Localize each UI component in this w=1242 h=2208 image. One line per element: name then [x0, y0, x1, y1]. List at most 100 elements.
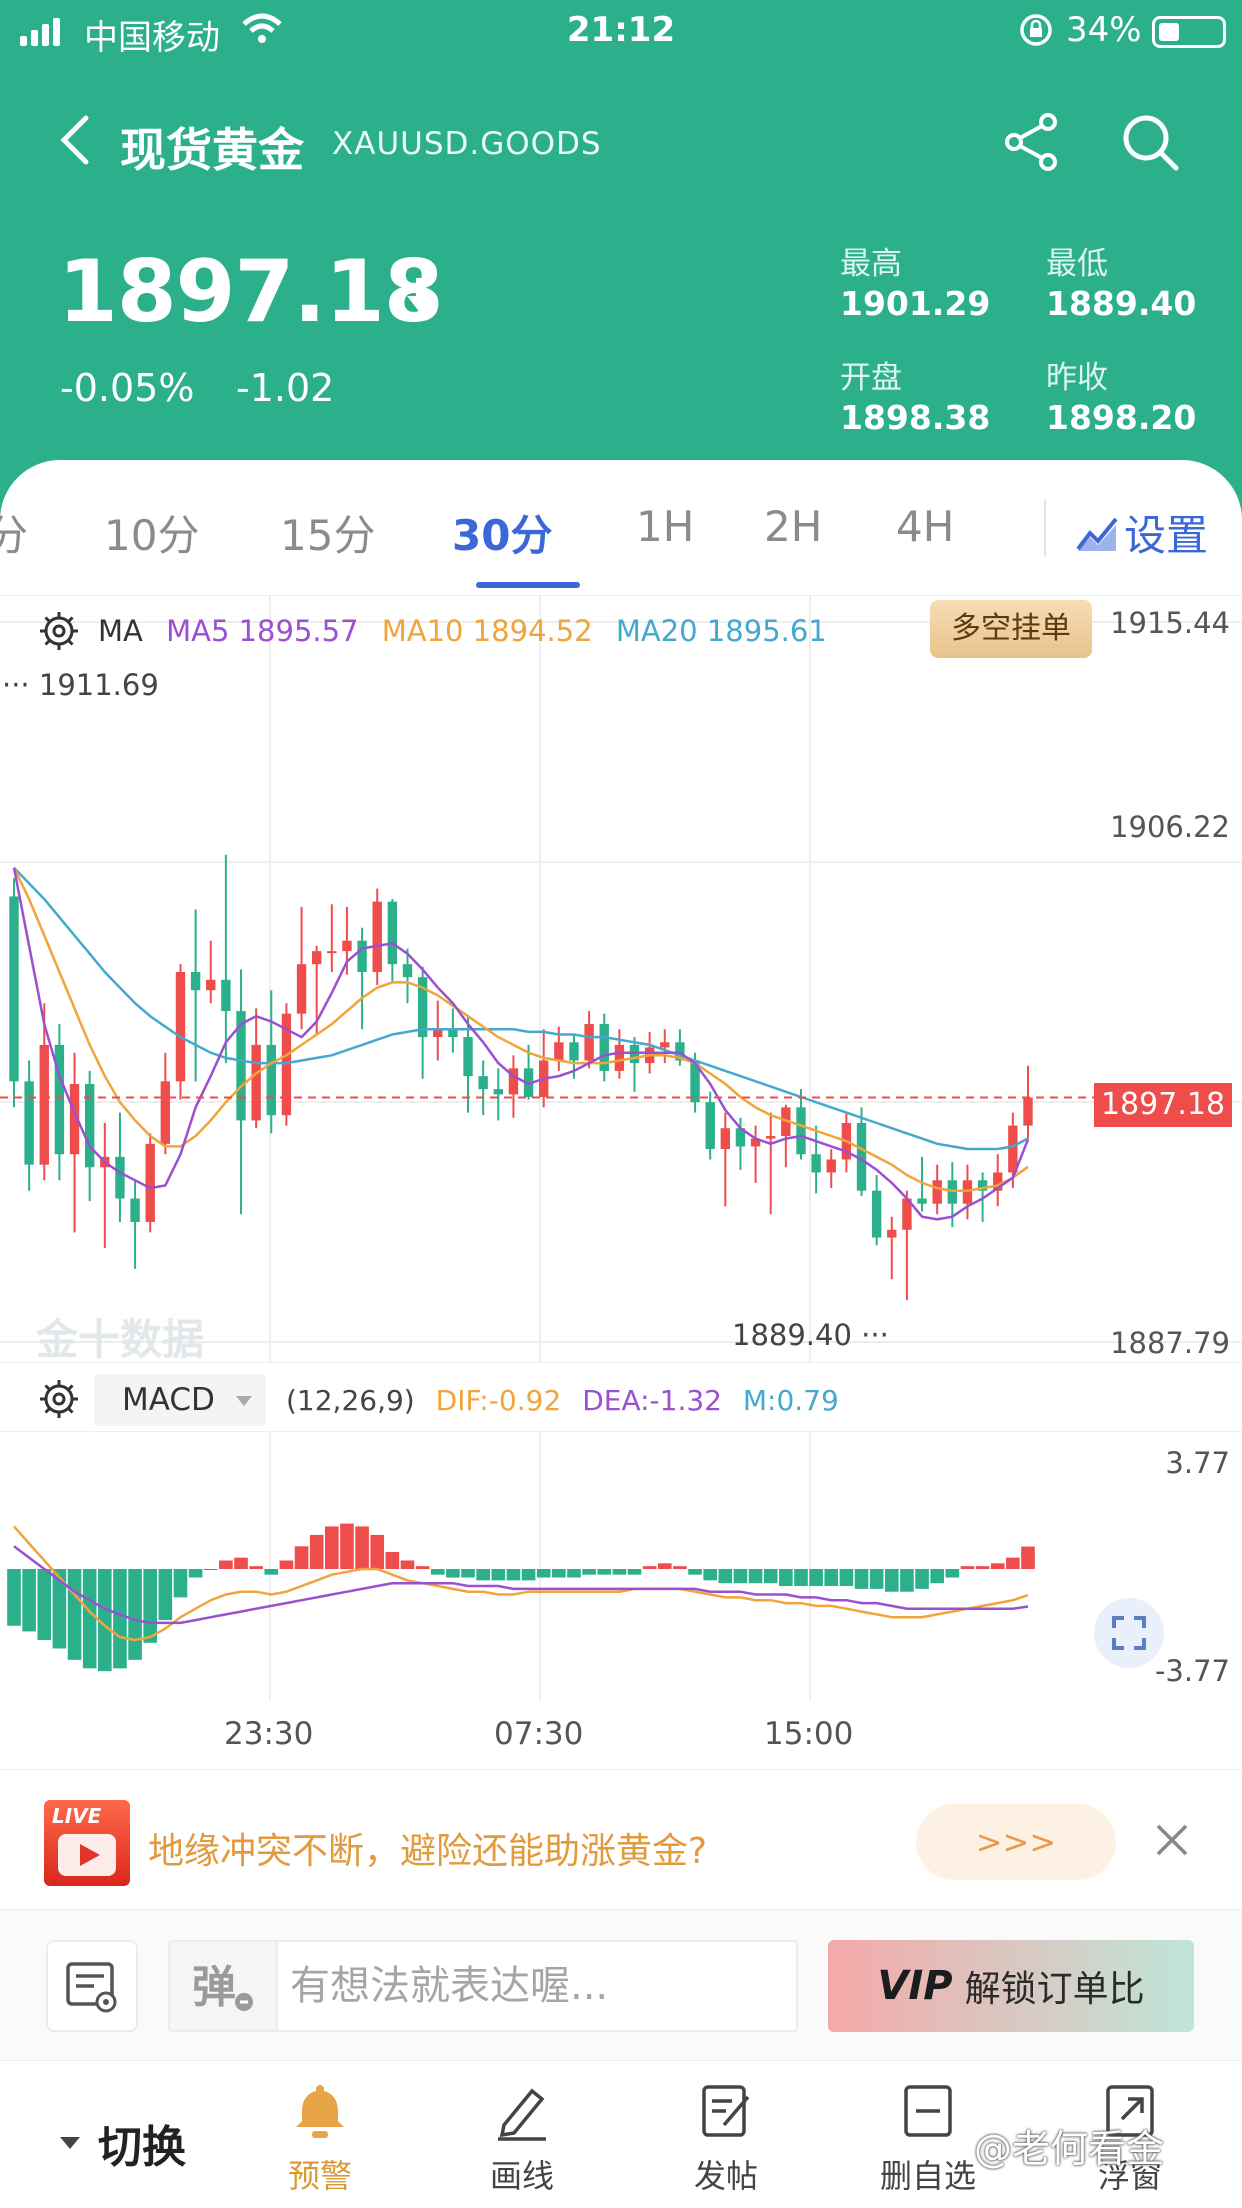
nav-label: 画线	[489, 2157, 554, 2195]
macd-bar	[521, 1569, 536, 1581]
macd-bar	[37, 1569, 52, 1640]
nav-draw-line[interactable]: 画线	[452, 2079, 592, 2197]
indicator-select[interactable]: MACD	[94, 1374, 266, 1426]
data-source-watermark: 金十数据	[36, 1315, 205, 1364]
macd-bar	[915, 1569, 929, 1589]
macd-bar	[234, 1557, 248, 1569]
macd-bar	[930, 1569, 945, 1584]
macd-bar	[809, 1569, 823, 1587]
y-axis-label: 1887.79	[1110, 1326, 1230, 1360]
banner-text[interactable]: 地缘冲突不断，避险还能助涨黄金?	[148, 1822, 707, 1874]
comment-input-box[interactable]: 弹	[168, 1940, 798, 2032]
nav-label: 发帖	[693, 2157, 758, 2195]
macd-bar	[748, 1569, 763, 1584]
post-icon	[702, 2085, 750, 2137]
candle-body	[887, 1229, 897, 1238]
macd-bar	[340, 1523, 354, 1569]
candle-body	[221, 979, 231, 1012]
close-icon[interactable]	[1152, 1820, 1192, 1860]
indicator-name: MACD	[122, 1382, 215, 1418]
macd-bar	[673, 1566, 687, 1569]
play-icon	[58, 1834, 116, 1876]
candle-body	[84, 1083, 95, 1168]
macd-bar	[491, 1569, 506, 1581]
bullish-bearish-icon[interactable]: 弹	[170, 1942, 278, 2030]
x-axis-label: 15:00	[764, 1716, 854, 1752]
macd-bar	[415, 1566, 430, 1569]
banner-open-button[interactable]: >>>	[916, 1804, 1116, 1880]
macd-dea: DEA:-1.32	[582, 1384, 722, 1417]
candle-body	[357, 940, 367, 972]
candle-body	[463, 1037, 473, 1077]
ma-settings-gear-icon[interactable]	[38, 610, 80, 652]
bell-icon	[296, 2085, 344, 2138]
macd-bar	[128, 1569, 142, 1660]
candle-body	[660, 1042, 670, 1048]
candle-body	[9, 896, 19, 1082]
fullscreen-icon	[1112, 1616, 1146, 1650]
macd-bar	[718, 1569, 733, 1584]
candle-body	[130, 1198, 140, 1222]
macd-m: M:0.79	[742, 1384, 839, 1417]
fullscreen-button[interactable]	[1094, 1598, 1164, 1668]
candle-body	[296, 964, 307, 1014]
candle-body	[327, 951, 337, 954]
live-banner[interactable]: LIVE 地缘冲突不断，避险还能助涨黄金? >>>	[0, 1780, 1242, 1910]
macd-bar	[582, 1569, 596, 1575]
long-short-orders-button[interactable]: 多空挂单	[930, 600, 1092, 658]
macd-bar	[597, 1569, 612, 1575]
macd-bar	[355, 1526, 369, 1569]
macd-bar	[22, 1569, 36, 1632]
candle-body	[372, 901, 382, 972]
candle-body	[569, 1042, 579, 1061]
y-axis-label: 1906.22	[1110, 810, 1230, 844]
macd-bar	[67, 1569, 82, 1660]
candle-body	[554, 1042, 564, 1061]
macd-bar	[688, 1569, 702, 1575]
candle-body	[311, 951, 322, 965]
price-chart[interactable]	[0, 0, 1242, 1780]
macd-legend: (12,26,9) DIF:-0.92 DEA:-1.32 M:0.79	[286, 1384, 851, 1417]
chevron-down-icon	[236, 1396, 252, 1406]
ma-label: MA	[98, 614, 143, 648]
macd-bar	[279, 1560, 294, 1569]
ma10-value: MA10 1894.52	[381, 614, 593, 648]
macd-settings-gear-icon[interactable]	[38, 1378, 80, 1420]
candle-body	[160, 1081, 171, 1144]
macd-bar	[960, 1566, 975, 1569]
candle-body	[206, 979, 216, 991]
candle-body	[493, 1089, 503, 1095]
ma20-value: MA20 1895.61	[615, 614, 827, 648]
macd-bar	[975, 1566, 990, 1569]
candle-body	[947, 1180, 958, 1204]
candle-body	[24, 1081, 34, 1165]
notes-button[interactable]	[46, 1940, 138, 2032]
switch-button[interactable]: 切换	[60, 2111, 186, 2175]
candle-body	[251, 1044, 261, 1121]
macd-bar	[824, 1569, 839, 1587]
macd-bar	[552, 1569, 566, 1578]
macd-bar	[794, 1569, 808, 1587]
remove-watchlist-icon	[904, 2085, 952, 2137]
candle-body	[614, 1044, 625, 1071]
candle-body	[1008, 1125, 1018, 1173]
period-low-marker: 1889.40 ···	[732, 1318, 889, 1352]
macd-bar	[203, 1569, 218, 1570]
candle-body	[962, 1180, 973, 1204]
candle-body	[478, 1076, 488, 1090]
macd-bar	[7, 1569, 21, 1626]
vip-label: 解锁订单比	[964, 1969, 1145, 2010]
candle-body	[342, 940, 352, 952]
candle-body	[387, 901, 398, 965]
macd-bar	[446, 1569, 460, 1578]
macd-bar	[990, 1563, 1005, 1569]
nav-post[interactable]: 发帖	[656, 2079, 796, 2197]
candle-body	[584, 1024, 594, 1061]
candle-body	[402, 964, 413, 978]
vip-logo: VIP	[877, 1963, 953, 2009]
macd-bar	[945, 1569, 960, 1578]
vip-unlock-button[interactable]: VIP 解锁订单比	[828, 1940, 1194, 2032]
comment-input[interactable]	[290, 1952, 780, 2020]
ma5-value: MA5 1895.57	[166, 614, 359, 648]
nav-alert[interactable]: 预警	[250, 2079, 390, 2197]
